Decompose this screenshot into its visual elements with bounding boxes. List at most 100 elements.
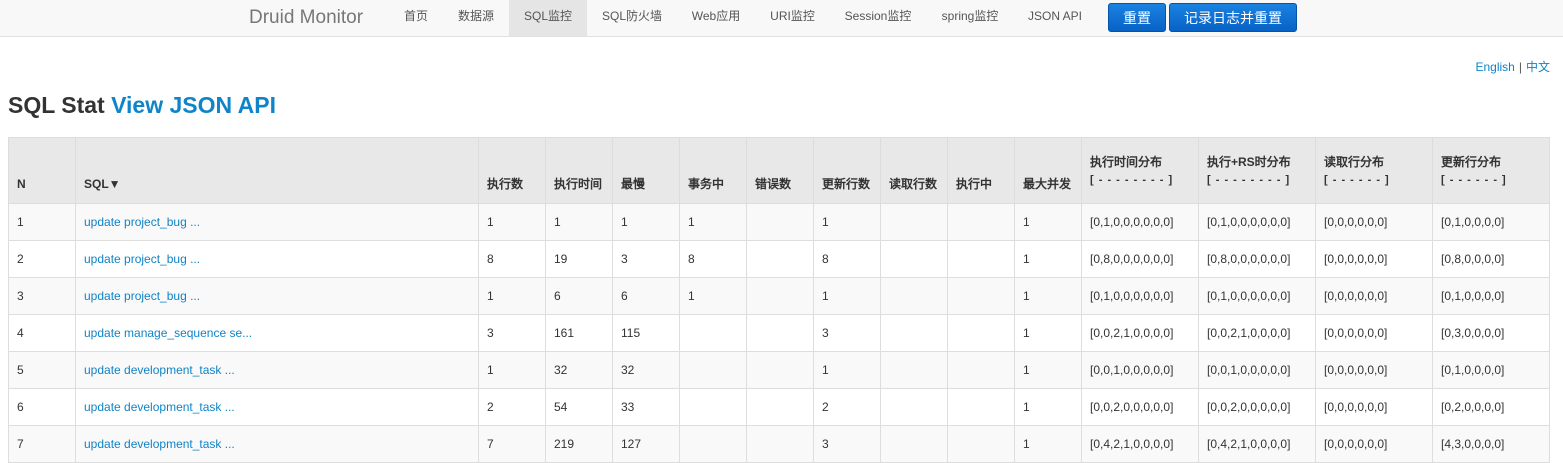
lang-chinese-link[interactable]: 中文 bbox=[1526, 60, 1550, 74]
cell-exec-time: 6 bbox=[545, 277, 613, 315]
th-fetch-hist: 读取行分布 [ - - - - - - ] bbox=[1315, 137, 1433, 204]
cell-running bbox=[947, 277, 1015, 315]
cell-max-concurrent: 1 bbox=[1014, 203, 1082, 241]
cell-max-concurrent: 1 bbox=[1014, 351, 1082, 389]
page-title: SQL Stat View JSON API bbox=[8, 92, 276, 119]
cell-fetch-rows bbox=[880, 425, 948, 463]
cell-exec-rs-hist: [0,8,0,0,0,0,0,0] bbox=[1198, 240, 1316, 278]
sql-detail-link[interactable]: update development_task ... bbox=[84, 437, 235, 451]
cell-sql: update project_bug ... bbox=[75, 240, 479, 278]
th-exec-rs-hist-sub: [ - - - - - - - - ] bbox=[1207, 173, 1291, 186]
cell-max-concurrent: 1 bbox=[1014, 388, 1082, 426]
cell-fetch-rows bbox=[880, 388, 948, 426]
cell-running bbox=[947, 240, 1015, 278]
top-navbar: Druid Monitor 首页 数据源 SQL监控 SQL防火墙 Web应用 … bbox=[0, 0, 1563, 37]
th-exec-hist: 执行时间分布 [ - - - - - - - - ] bbox=[1081, 137, 1199, 204]
th-exec-time[interactable]: 执行时间 bbox=[545, 137, 613, 204]
table-row: 3 update project_bug ... 1 6 6 1 1 1 [0,1,0,0,0,… bbox=[8, 277, 1550, 315]
cell-exec-hist: [0,0,2,1,0,0,0,0] bbox=[1081, 314, 1199, 352]
cell-exec-hist: [0,4,2,1,0,0,0,0] bbox=[1081, 425, 1199, 463]
sql-detail-link[interactable]: update project_bug ... bbox=[84, 289, 200, 303]
log-and-reset-button[interactable]: 记录日志并重置 bbox=[1169, 3, 1297, 32]
cell-exec-rs-hist: [0,1,0,0,0,0,0,0] bbox=[1198, 203, 1316, 241]
sql-detail-link[interactable]: update project_bug ... bbox=[84, 252, 200, 266]
nav-json-api[interactable]: JSON API bbox=[1014, 0, 1096, 36]
cell-update-rows: 2 bbox=[813, 388, 881, 426]
th-max-concurrent[interactable]: 最大并发 bbox=[1014, 137, 1082, 204]
cell-exec-rs-hist: [0,1,0,0,0,0,0,0] bbox=[1198, 277, 1316, 315]
cell-running bbox=[947, 388, 1015, 426]
cell-update-rows: 8 bbox=[813, 240, 881, 278]
cell-update-hist: [4,3,0,0,0,0] bbox=[1432, 425, 1550, 463]
cell-slowest: 6 bbox=[612, 277, 680, 315]
cell-max-concurrent: 1 bbox=[1014, 314, 1082, 352]
lang-separator: | bbox=[1518, 60, 1522, 74]
cell-slowest: 33 bbox=[612, 388, 680, 426]
cell-exec-rs-hist: [0,0,2,1,0,0,0,0] bbox=[1198, 314, 1316, 352]
table-body: 1 update project_bug ... 1 1 1 1 1 1 [0,1,0,0,0,… bbox=[8, 203, 1550, 463]
th-errors[interactable]: 错误数 bbox=[746, 137, 814, 204]
cell-update-hist: [0,1,0,0,0,0] bbox=[1432, 203, 1550, 241]
cell-exec-hist: [0,1,0,0,0,0,0,0] bbox=[1081, 277, 1199, 315]
page-title-text: SQL Stat bbox=[8, 92, 105, 118]
cell-update-rows: 3 bbox=[813, 425, 881, 463]
reset-button[interactable]: 重置 bbox=[1108, 3, 1166, 32]
cell-slowest: 32 bbox=[612, 351, 680, 389]
th-running[interactable]: 执行中 bbox=[947, 137, 1015, 204]
cell-update-hist: [0,3,0,0,0,0] bbox=[1432, 314, 1550, 352]
cell-sql: update development_task ... bbox=[75, 388, 479, 426]
cell-errors bbox=[746, 425, 814, 463]
cell-n: 2 bbox=[8, 240, 76, 278]
cell-update-rows: 3 bbox=[813, 314, 881, 352]
cell-running bbox=[947, 351, 1015, 389]
nav-sql-monitor[interactable]: SQL监控 bbox=[509, 0, 587, 36]
cell-n: 6 bbox=[8, 388, 76, 426]
cell-exec-hist: [0,1,0,0,0,0,0,0] bbox=[1081, 203, 1199, 241]
cell-exec-count: 7 bbox=[478, 425, 546, 463]
cell-sql: update development_task ... bbox=[75, 351, 479, 389]
th-update-rows[interactable]: 更新行数 bbox=[813, 137, 881, 204]
cell-fetch-hist: [0,0,0,0,0,0] bbox=[1315, 240, 1433, 278]
nav-datasource[interactable]: 数据源 bbox=[443, 0, 509, 36]
cell-fetch-hist: [0,0,0,0,0,0] bbox=[1315, 351, 1433, 389]
cell-slowest: 3 bbox=[612, 240, 680, 278]
cell-in-txn: 1 bbox=[679, 277, 747, 315]
th-in-txn[interactable]: 事务中 bbox=[679, 137, 747, 204]
th-fetch-rows[interactable]: 读取行数 bbox=[880, 137, 948, 204]
nav-spring-monitor[interactable]: spring监控 bbox=[926, 0, 1014, 36]
cell-fetch-hist: [0,0,0,0,0,0] bbox=[1315, 388, 1433, 426]
cell-errors bbox=[746, 240, 814, 278]
nav-home[interactable]: 首页 bbox=[389, 0, 443, 36]
cell-update-hist: [0,2,0,0,0,0] bbox=[1432, 388, 1550, 426]
th-exec-count[interactable]: 执行数 bbox=[478, 137, 546, 204]
cell-errors bbox=[746, 203, 814, 241]
sql-detail-link[interactable]: update project_bug ... bbox=[84, 215, 200, 229]
cell-sql: update manage_sequence se... bbox=[75, 314, 479, 352]
nav-uri-monitor[interactable]: URI监控 bbox=[755, 0, 830, 36]
th-slowest[interactable]: 最慢 bbox=[612, 137, 680, 204]
sql-detail-link[interactable]: update development_task ... bbox=[84, 363, 235, 377]
table-row: 4 update manage_sequence se... 3 161 115 3 1 [0… bbox=[8, 314, 1550, 352]
brand-logo[interactable]: Druid Monitor bbox=[249, 5, 363, 31]
cell-slowest: 115 bbox=[612, 314, 680, 352]
cell-exec-rs-hist: [0,4,2,1,0,0,0,0] bbox=[1198, 425, 1316, 463]
nav-session-monitor[interactable]: Session监控 bbox=[830, 0, 926, 36]
th-fetch-hist-title: 读取行分布 bbox=[1324, 154, 1385, 169]
cell-slowest: 127 bbox=[612, 425, 680, 463]
cell-max-concurrent: 1 bbox=[1014, 240, 1082, 278]
cell-fetch-rows bbox=[880, 240, 948, 278]
view-json-api-link[interactable]: View JSON API bbox=[111, 92, 276, 118]
nav-web-app[interactable]: Web应用 bbox=[677, 0, 755, 36]
cell-exec-hist: [0,0,2,0,0,0,0,0] bbox=[1081, 388, 1199, 426]
cell-in-txn bbox=[679, 388, 747, 426]
nav-sql-firewall[interactable]: SQL防火墙 bbox=[587, 0, 677, 36]
sql-detail-link[interactable]: update development_task ... bbox=[84, 400, 235, 414]
cell-exec-rs-hist: [0,0,1,0,0,0,0,0] bbox=[1198, 351, 1316, 389]
th-sql[interactable]: SQL▼ bbox=[75, 137, 479, 204]
cell-exec-count: 1 bbox=[478, 351, 546, 389]
cell-max-concurrent: 1 bbox=[1014, 277, 1082, 315]
lang-english-link[interactable]: English bbox=[1476, 60, 1515, 74]
th-n[interactable]: N bbox=[8, 137, 76, 204]
cell-in-txn: 8 bbox=[679, 240, 747, 278]
sql-detail-link[interactable]: update manage_sequence se... bbox=[84, 326, 252, 340]
